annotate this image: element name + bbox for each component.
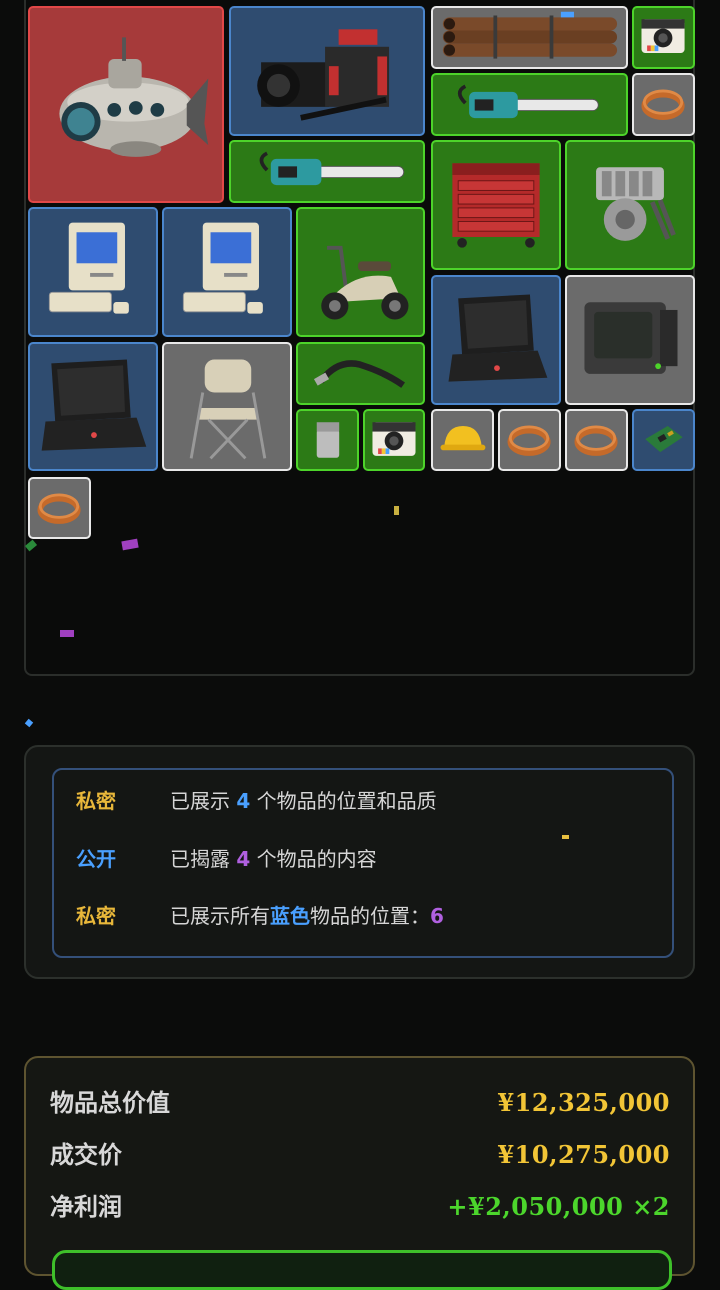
clue-tag-private: 私密	[76, 789, 116, 813]
grid-item-cinema-camera[interactable]	[229, 6, 425, 136]
grid-item-tool-chest[interactable]	[431, 140, 561, 270]
clue-text-part: 物品的位置：	[310, 904, 430, 928]
lighter-icon	[316, 422, 340, 458]
grid-item-instant-camera[interactable]	[363, 409, 425, 471]
clue-text-part: 已展示	[170, 789, 237, 813]
value-summary-panel: 物品总价值 ¥12,325,000 成交价 ¥10,275,000 净利润 +¥…	[24, 1056, 695, 1290]
grid-item-hard-hat[interactable]	[431, 409, 494, 471]
confetti-piece	[394, 506, 399, 515]
clue-text-part: 已展示所有	[170, 904, 270, 928]
deal-price-row: 成交价 ¥10,275,000	[50, 1135, 670, 1175]
grid-item-welding-torch[interactable]	[296, 342, 425, 405]
chainsaw-icon	[259, 151, 405, 186]
clue-row: 公开 已揭露 4 个物品的内容	[76, 844, 656, 874]
action-button[interactable]	[52, 1250, 672, 1290]
submarine-icon	[59, 37, 209, 157]
clue-row: 私密 已展示所有蓝色物品的位置：6	[76, 901, 656, 931]
net-profit-amount: +¥2,050,000 ×2	[447, 1192, 670, 1221]
clue-list: 私密 已展示 4 个物品的位置和品质 公开 已揭露 4 个物品的内容 私密 已展…	[52, 768, 674, 958]
grid-item-submarine[interactable]	[28, 6, 224, 203]
clue-tag-private: 私密	[76, 904, 116, 928]
clue-count: 4	[236, 847, 251, 871]
confetti-piece	[24, 539, 38, 552]
clue-count: 6	[430, 904, 444, 928]
grid-item-copper-coil[interactable]	[28, 477, 91, 539]
welding-torch-icon	[313, 360, 405, 388]
chainsaw-icon	[457, 84, 599, 119]
instant-camera-icon	[372, 422, 416, 456]
grid-item-laptop[interactable]	[28, 342, 158, 471]
grid-item-pipe-bundle[interactable]	[431, 6, 628, 69]
confetti-piece	[562, 835, 569, 839]
clue-text: 已展示所有蓝色物品的位置：6	[170, 901, 444, 931]
grid-item-circuit-board[interactable]	[632, 409, 695, 471]
engine-icon	[596, 167, 676, 241]
deal-price-amount: ¥10,275,000	[497, 1140, 670, 1169]
laptop-icon	[448, 294, 548, 382]
clue-text-part: 个物品的内容	[250, 847, 377, 871]
cinema-camera-icon	[257, 29, 390, 121]
total-value-label: 物品总价值	[50, 1089, 170, 1117]
clue-highlight-blue: 蓝色	[270, 904, 310, 928]
laptop-icon	[41, 359, 147, 451]
clue-text: 已揭露 4 个物品的内容	[170, 844, 377, 874]
crt-monitor-icon	[584, 302, 678, 374]
net-profit-row: 净利润 +¥2,050,000 ×2	[50, 1187, 670, 1227]
clue-text-part: 个物品的位置和品质	[250, 789, 437, 813]
retro-computer-icon	[48, 222, 129, 314]
clue-count: 4	[236, 789, 251, 813]
grid-item-chainsaw[interactable]	[431, 73, 628, 136]
grid-item-laptop[interactable]	[431, 275, 561, 405]
grid-item-lighter[interactable]	[296, 409, 359, 471]
grid-item-copper-coil[interactable]	[565, 409, 628, 471]
grid-item-crt-monitor[interactable]	[565, 275, 695, 405]
grid-item-chainsaw[interactable]	[229, 140, 425, 203]
copper-coil-icon	[574, 425, 618, 456]
deal-price-label: 成交价	[50, 1141, 122, 1169]
hard-hat-icon	[440, 425, 486, 451]
tool-chest-icon	[452, 163, 540, 248]
total-value-row: 物品总价值 ¥12,325,000	[50, 1083, 670, 1123]
grid-item-instant-camera[interactable]	[632, 6, 695, 69]
confetti-piece	[24, 718, 34, 728]
clue-row: 私密 已展示 4 个物品的位置和品质	[76, 786, 656, 816]
clue-panel: 私密 已展示 4 个物品的位置和品质 公开 已揭露 4 个物品的内容 私密 已展…	[24, 745, 695, 979]
grid-item-copper-coil[interactable]	[498, 409, 561, 471]
scooter-icon	[321, 245, 409, 320]
pipe-bundle-icon	[442, 11, 618, 59]
clue-text-part: 已揭露	[170, 847, 237, 871]
grid-item-folding-chair[interactable]	[162, 342, 292, 471]
copper-coil-icon	[37, 493, 81, 524]
grid-item-scooter[interactable]	[296, 207, 425, 337]
item-grid-panel	[24, 0, 695, 676]
copper-coil-icon	[641, 89, 685, 120]
grid-item-copper-coil[interactable]	[632, 73, 695, 136]
circuit-board-icon	[645, 425, 683, 453]
retro-computer-icon	[182, 222, 263, 314]
grid-item-retro-computer[interactable]	[28, 207, 158, 337]
grid-item-engine-block[interactable]	[565, 140, 695, 270]
confetti-piece	[60, 630, 74, 637]
clue-text: 已展示 4 个物品的位置和品质	[170, 786, 437, 816]
grid-item-retro-computer[interactable]	[162, 207, 292, 337]
total-value-amount: ¥12,325,000	[497, 1088, 670, 1117]
net-profit-label: 净利润	[50, 1193, 122, 1221]
folding-chair-icon	[189, 359, 267, 460]
instant-camera-icon	[641, 19, 685, 53]
copper-coil-icon	[507, 425, 551, 456]
confetti-piece	[121, 538, 139, 551]
clue-tag-public: 公开	[76, 847, 116, 871]
